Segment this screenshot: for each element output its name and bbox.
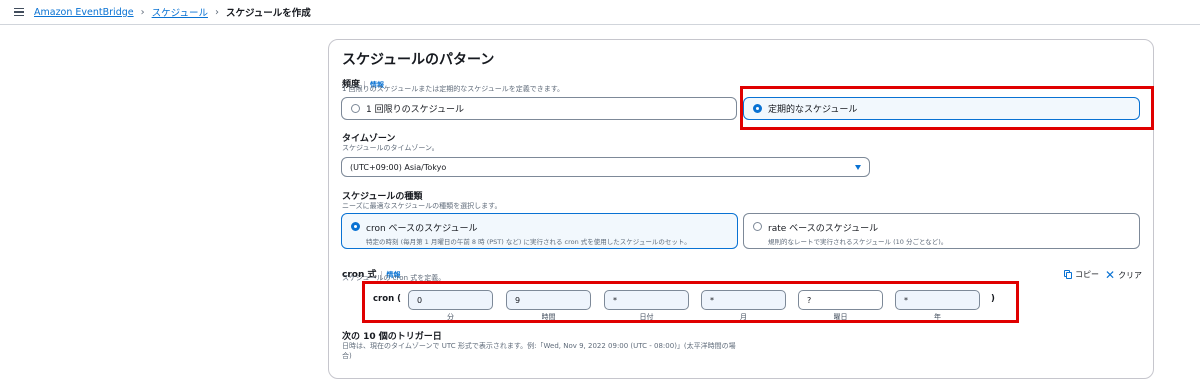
radio-label: 1 回限りのスケジュール [366,105,464,115]
timezone-value: (UTC+09:00) Asia/Tokyo [350,162,447,172]
menu-icon[interactable] [14,7,24,17]
frequency-description: 1 回限りのスケジュールまたは定期的なスケジュールを定義できます。 [342,85,564,93]
radio-tile-rate[interactable]: rate ベースのスケジュール 規則的なレートで実行されるスケジュール (10 … [743,213,1140,249]
radio-button-selected[interactable] [351,222,360,231]
clear-button[interactable]: ✕ クリア [1105,269,1142,281]
close-icon: ✕ [1105,268,1116,282]
radio-tile-cron[interactable]: cron ベースのスケジュール 特定の時刻 (毎月第 1 月曜日の午前 8 時 … [341,213,738,249]
timezone-description: スケジュールのタイムゾーン。 [342,144,439,152]
panel-title: スケジュールのパターン [342,52,495,68]
timezone-select[interactable]: (UTC+09:00) Asia/Tokyo [341,157,870,177]
next-triggers-description: 日時は、現在のタイムゾーンで UTC 形式で表示されます。例:「Wed, Nov… [342,342,736,360]
copy-label: コピー [1075,270,1099,279]
copy-icon [1064,270,1072,279]
radio-button[interactable] [351,104,360,113]
chevron-right-icon: › [214,6,219,18]
radio-button[interactable] [753,222,762,231]
radio-label: cron ベースのスケジュール [366,224,478,234]
breadcrumb-link-eventbridge[interactable]: Amazon EventBridge [34,7,134,18]
caret-down-icon [855,164,861,170]
radio-sublabel: 特定の時刻 (毎月第 1 月曜日の午前 8 時 (PST) など) に実行される… [366,238,691,246]
chevron-right-icon: › [140,6,145,18]
highlight-box-recurring [740,86,1154,130]
breadcrumb-current: スケジュールを作成 [225,8,311,19]
radio-sublabel: 規則的なレートで実行されるスケジュール (10 分ごとなど)。 [768,238,948,246]
radio-tile-one-time[interactable]: 1 回限りのスケジュール [341,97,737,120]
breadcrumb-bar: Amazon EventBridge › スケジュール › スケジュールを作成 [0,0,1200,25]
highlight-box-cron [362,281,1019,323]
schedule-type-description: ニーズに最適なスケジュールの種類を選択します。 [342,202,502,210]
clear-label: クリア [1118,270,1143,280]
copy-button[interactable]: コピー [1064,269,1099,280]
breadcrumb-link-schedules[interactable]: スケジュール [152,5,208,19]
radio-label: rate ベースのスケジュール [768,224,879,234]
